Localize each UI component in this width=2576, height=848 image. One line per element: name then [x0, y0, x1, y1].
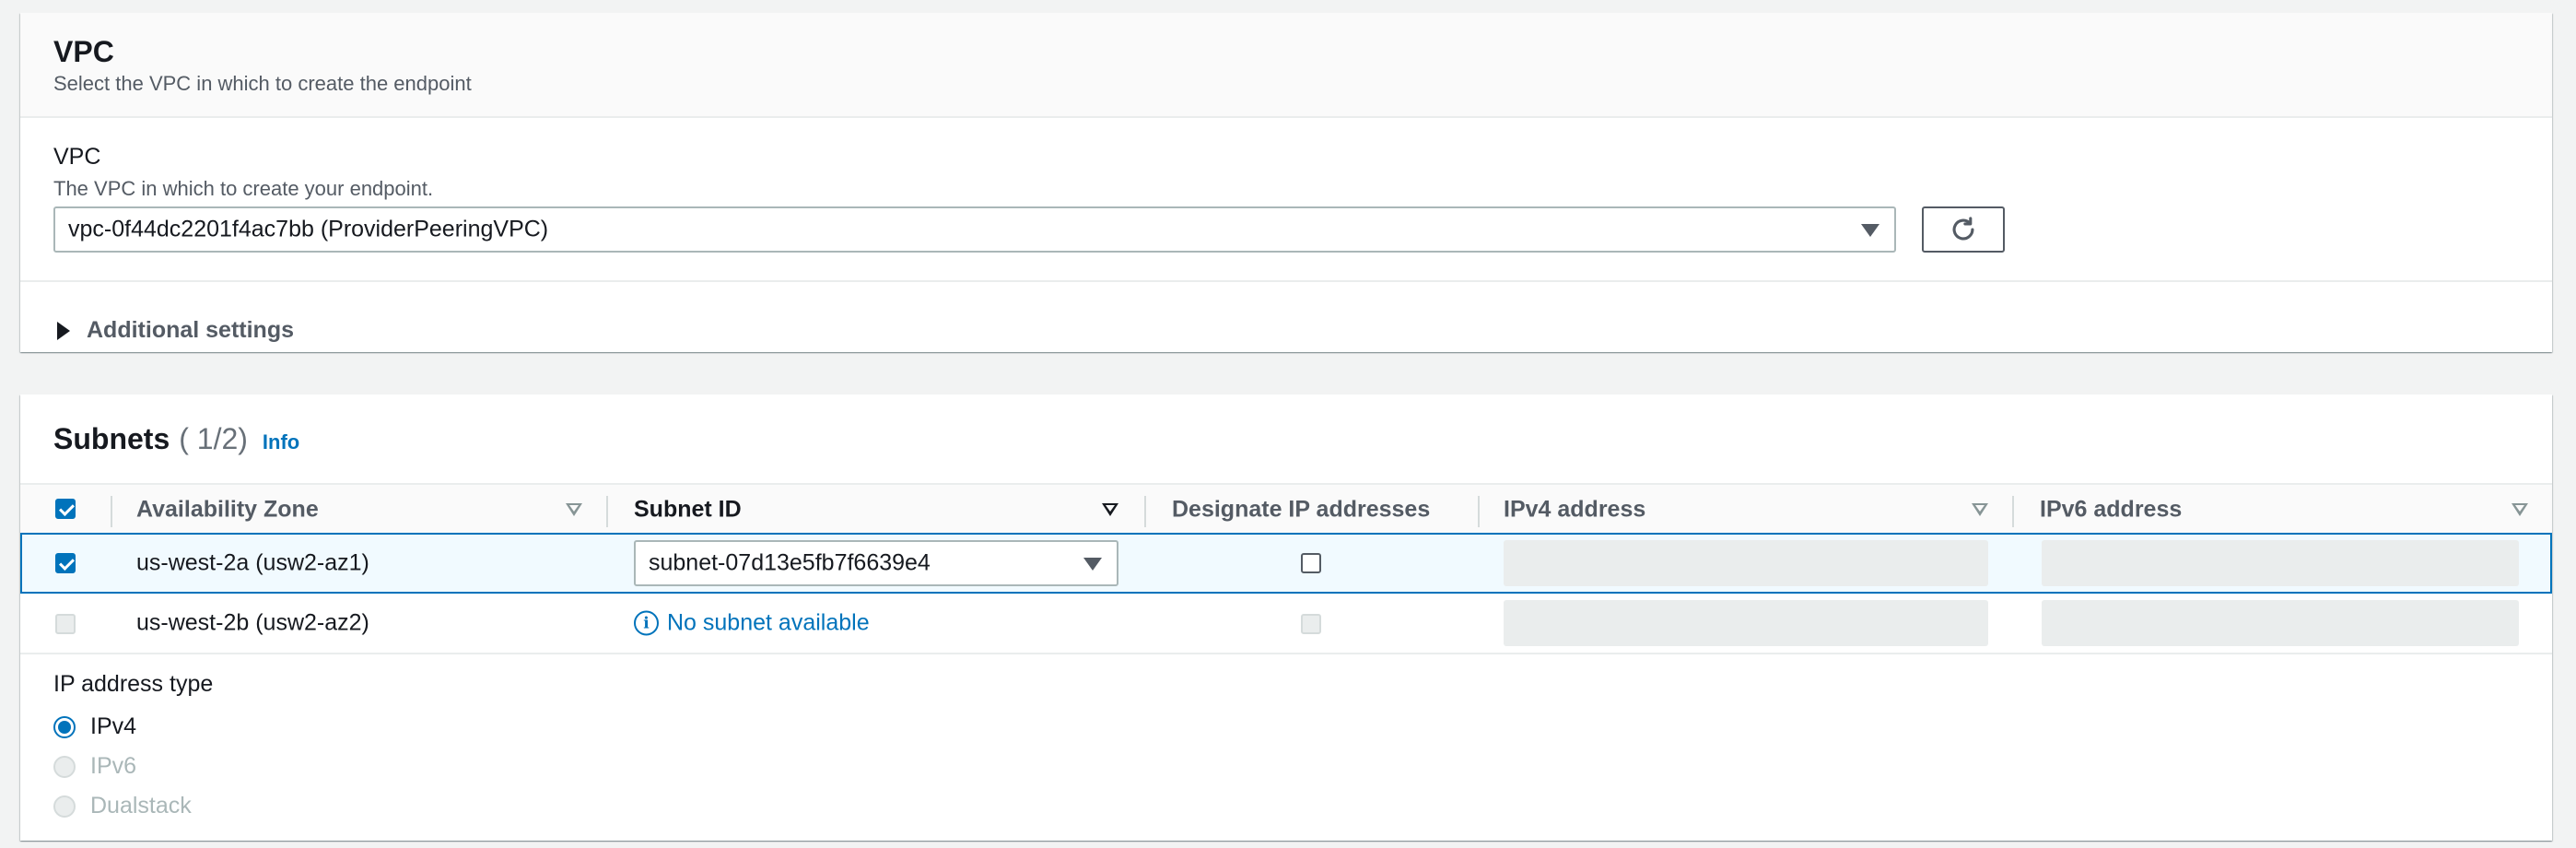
- table-row[interactable]: us-west-2a (usw2-az1) subnet-07d13e5fb7f…: [20, 533, 2552, 594]
- column-separator: [1144, 496, 1146, 527]
- radio-ipv6-label: IPv6: [90, 753, 137, 779]
- vpc-panel-header: VPC Select the VPC in which to create th…: [20, 13, 2552, 118]
- availability-zone-cell: us-west-2b (usw2-az2): [136, 609, 369, 636]
- radio-dualstack-label: Dualstack: [90, 793, 192, 819]
- availability-zone-cell: us-west-2a (usw2-az1): [136, 549, 369, 576]
- additional-settings-label: Additional settings: [87, 317, 294, 343]
- sort-icon[interactable]: [566, 503, 582, 516]
- subnets-header: Subnets ( 1/2) Info: [53, 422, 299, 456]
- column-separator: [606, 496, 608, 527]
- ip-address-type-label: IP address type: [53, 671, 214, 697]
- radio-disabled-icon: [53, 795, 76, 818]
- subnet-id-value: subnet-07d13e5fb7f6639e4: [649, 549, 931, 576]
- radio-ipv4[interactable]: IPv4: [53, 713, 136, 740]
- info-icon: i: [634, 610, 659, 636]
- vpc-field-description: The VPC in which to create your endpoint…: [53, 177, 434, 200]
- ipv4-address-field: [1504, 540, 1988, 586]
- additional-settings-toggle[interactable]: Additional settings: [57, 317, 294, 344]
- column-header-availability-zone[interactable]: Availability Zone: [136, 497, 319, 524]
- no-subnet-status: i No subnet available: [634, 610, 870, 637]
- radio-disabled-icon: [53, 755, 76, 778]
- subnets-title: Subnets: [53, 422, 170, 455]
- table-header: Availability Zone Subnet ID Designate IP…: [20, 483, 2552, 536]
- caret-down-icon: [1861, 224, 1879, 237]
- column-header-ipv6[interactable]: IPv6 address: [2040, 497, 2182, 524]
- radio-dualstack: Dualstack: [53, 793, 192, 819]
- vpc-select-value: vpc-0f44dc2201f4ac7bb (ProviderPeeringVP…: [68, 216, 549, 242]
- column-separator: [111, 496, 112, 527]
- vpc-section-description: Select the VPC in which to create the en…: [53, 72, 472, 95]
- vpc-section-title: VPC: [53, 35, 114, 68]
- column-header-subnet-id[interactable]: Subnet ID: [634, 497, 742, 524]
- caret-down-icon: [1083, 558, 1102, 571]
- no-subnet-text: No subnet available: [667, 609, 870, 636]
- refresh-button[interactable]: [1922, 206, 2005, 253]
- vpc-panel: VPC Select the VPC in which to create th…: [20, 13, 2552, 352]
- info-link[interactable]: Info: [263, 430, 299, 454]
- vpc-divider: [20, 280, 2552, 282]
- table-row: us-west-2b (usw2-az2) i No subnet availa…: [20, 594, 2552, 654]
- sort-active-icon[interactable]: [1102, 503, 1118, 516]
- row-checkbox-disabled: [55, 614, 76, 634]
- subnets-count: ( 1/2): [179, 422, 248, 455]
- column-separator: [1478, 496, 1480, 527]
- designate-ip-checkbox-disabled: [1301, 614, 1321, 634]
- ipv6-address-field: [2042, 540, 2519, 586]
- subnet-id-select[interactable]: subnet-07d13e5fb7f6639e4: [634, 540, 1118, 586]
- column-separator: [2012, 496, 2014, 527]
- row-checkbox[interactable]: [55, 553, 76, 573]
- refresh-icon: [1952, 217, 1974, 241]
- ipv4-address-field: [1504, 600, 1988, 646]
- vpc-select[interactable]: vpc-0f44dc2201f4ac7bb (ProviderPeeringVP…: [53, 206, 1896, 253]
- radio-ipv4-label: IPv4: [90, 713, 137, 739]
- designate-ip-checkbox[interactable]: [1301, 553, 1321, 573]
- radio-selected-icon[interactable]: [53, 715, 76, 738]
- radio-ipv6: IPv6: [53, 753, 136, 780]
- sort-icon[interactable]: [2512, 503, 2528, 516]
- select-all-checkbox[interactable]: [55, 499, 76, 519]
- column-header-ipv4[interactable]: IPv4 address: [1504, 497, 1645, 524]
- caret-right-icon: [57, 321, 70, 340]
- ipv6-address-field: [2042, 600, 2519, 646]
- vpc-field-label: VPC: [53, 144, 101, 170]
- subnets-panel: Subnets ( 1/2) Info Availability Zone Su…: [20, 395, 2552, 841]
- sort-icon[interactable]: [1972, 503, 1988, 516]
- column-header-designate-ip: Designate IP addresses: [1172, 496, 1431, 523]
